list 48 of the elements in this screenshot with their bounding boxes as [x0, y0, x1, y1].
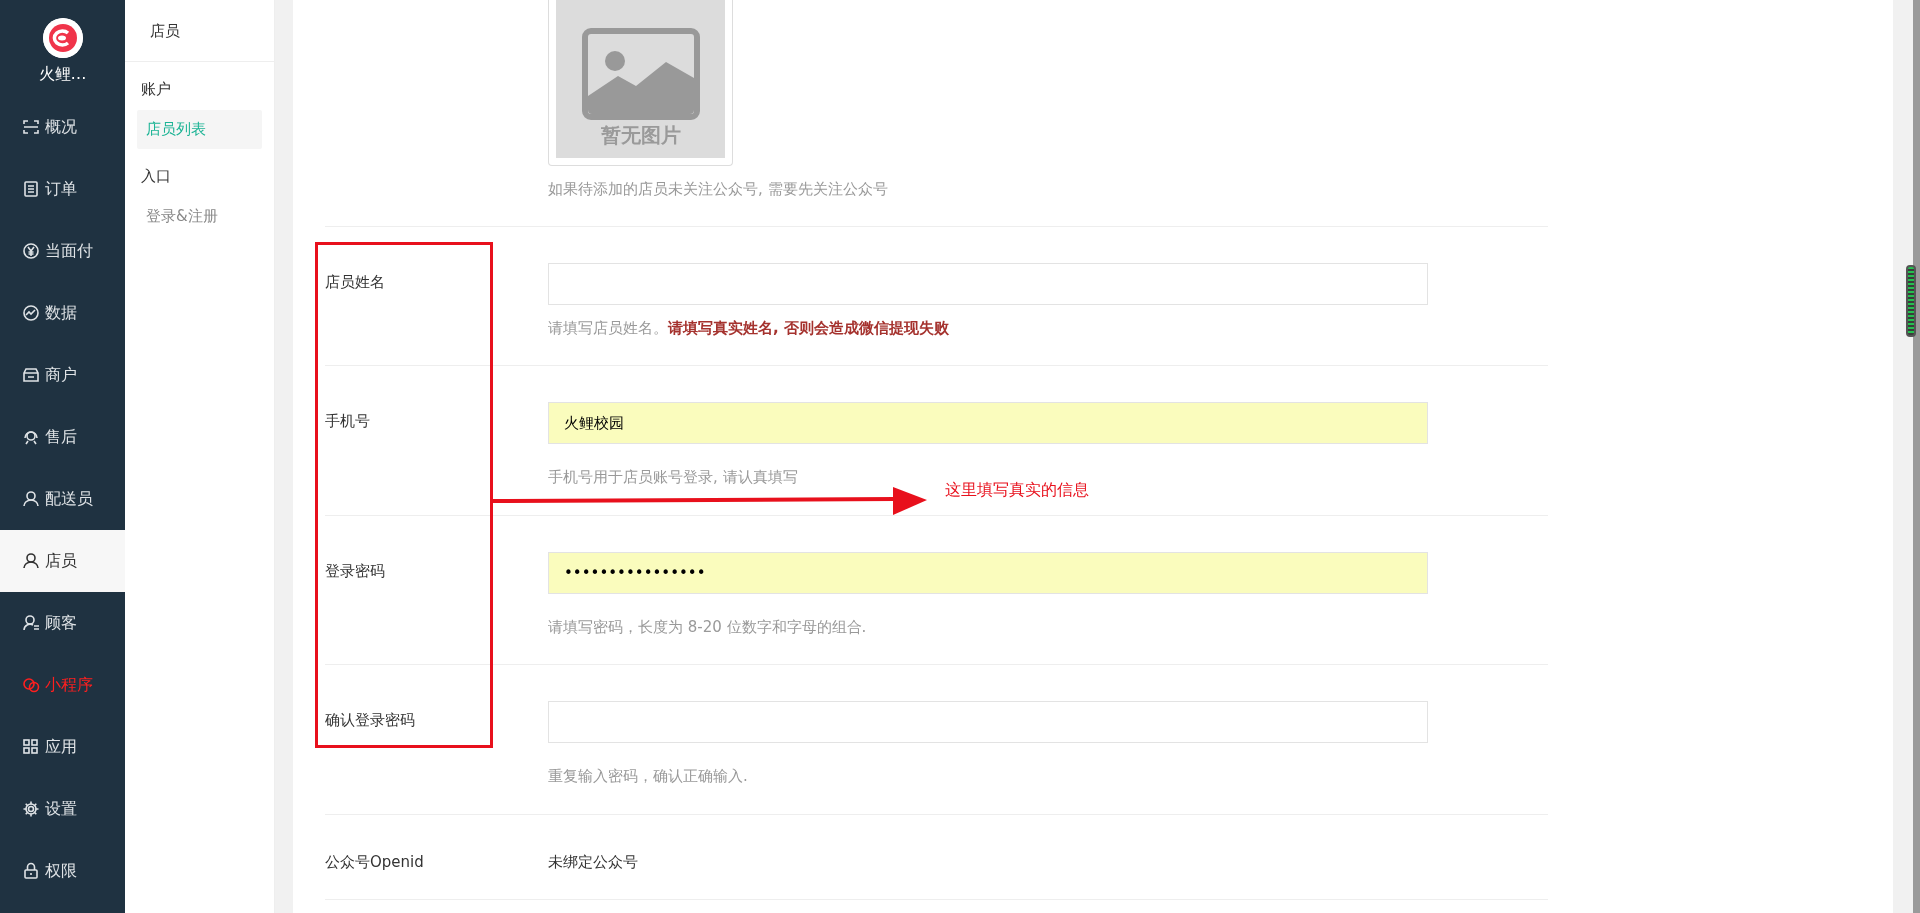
input-field[interactable]: 火鲤校园 — [548, 402, 1428, 444]
field-label: 公众号Openid — [325, 851, 425, 873]
help-text: 手机号用于店员账号登录, 请认真填写 — [548, 467, 798, 488]
person-icon — [22, 490, 40, 508]
sidebar-item[interactable]: 顾客 — [0, 592, 125, 654]
grid-icon — [22, 738, 40, 756]
subnav-heading: 入口 — [140, 165, 172, 187]
subnav-title: 店员 — [125, 0, 274, 62]
field-label: 登录密码 — [325, 560, 386, 582]
help-text: 请填写密码，长度为 8-20 位数字和字母的组合. — [548, 616, 867, 638]
person-list-icon — [22, 614, 40, 632]
input-field[interactable]: •••••••••••••••• — [548, 551, 1428, 594]
help-text: 重复输入密码，确认正确输入. — [548, 766, 748, 787]
sidebar-item[interactable]: 设置 — [0, 778, 125, 840]
logo-text: 火鲤… — [38, 63, 87, 85]
field-label: 手机号 — [325, 411, 371, 432]
sidebar-item[interactable]: 应用 — [0, 716, 125, 778]
sidebar-item[interactable]: 售后 — [0, 406, 125, 468]
store-icon — [22, 366, 40, 384]
sidebar-item[interactable]: 订单 — [0, 158, 125, 220]
sidebar-item[interactable]: 当面付 — [0, 220, 125, 282]
yen-icon — [22, 242, 40, 260]
sidebar-item[interactable]: 商户 — [0, 344, 125, 406]
gear-icon — [22, 800, 40, 818]
sidebar-item[interactable]: 权限 — [0, 840, 125, 902]
input-field[interactable] — [548, 262, 1428, 305]
help-text: 如果待添加的店员未关注公众号, 需要先关注公众号 — [548, 179, 888, 200]
person-icon — [22, 552, 40, 570]
field-value: 未绑定公众号 — [548, 851, 639, 873]
input-field[interactable] — [548, 701, 1428, 743]
help-text: 请填写店员姓名。请填写真实姓名, 否则会造成微信提现失败 — [548, 317, 949, 339]
document-icon — [22, 180, 40, 198]
field-label: 确认登录密码 — [325, 710, 416, 731]
field-label: 店员姓名 — [325, 271, 386, 293]
scan-icon — [22, 118, 40, 136]
sidebar-item[interactable]: 概况 — [0, 96, 125, 158]
sidebar-item[interactable]: 数据 — [0, 282, 125, 344]
image-placeholder-icon — [581, 28, 700, 120]
sidebar-item[interactable]: 配送员 — [0, 468, 125, 530]
lock-icon — [22, 862, 40, 880]
logo-icon — [42, 18, 83, 58]
subnav-heading: 账户 — [140, 79, 172, 100]
subnav-link[interactable]: 登录&注册 — [137, 196, 262, 235]
chart-icon — [22, 304, 40, 322]
scrollbar-thumb[interactable] — [1906, 265, 1916, 337]
sidebar-item[interactable]: 店员 — [0, 530, 125, 592]
placeholder-text: 暂无图片 — [600, 122, 681, 149]
annotation-text: 这里填写真实的信息 — [945, 479, 1089, 501]
